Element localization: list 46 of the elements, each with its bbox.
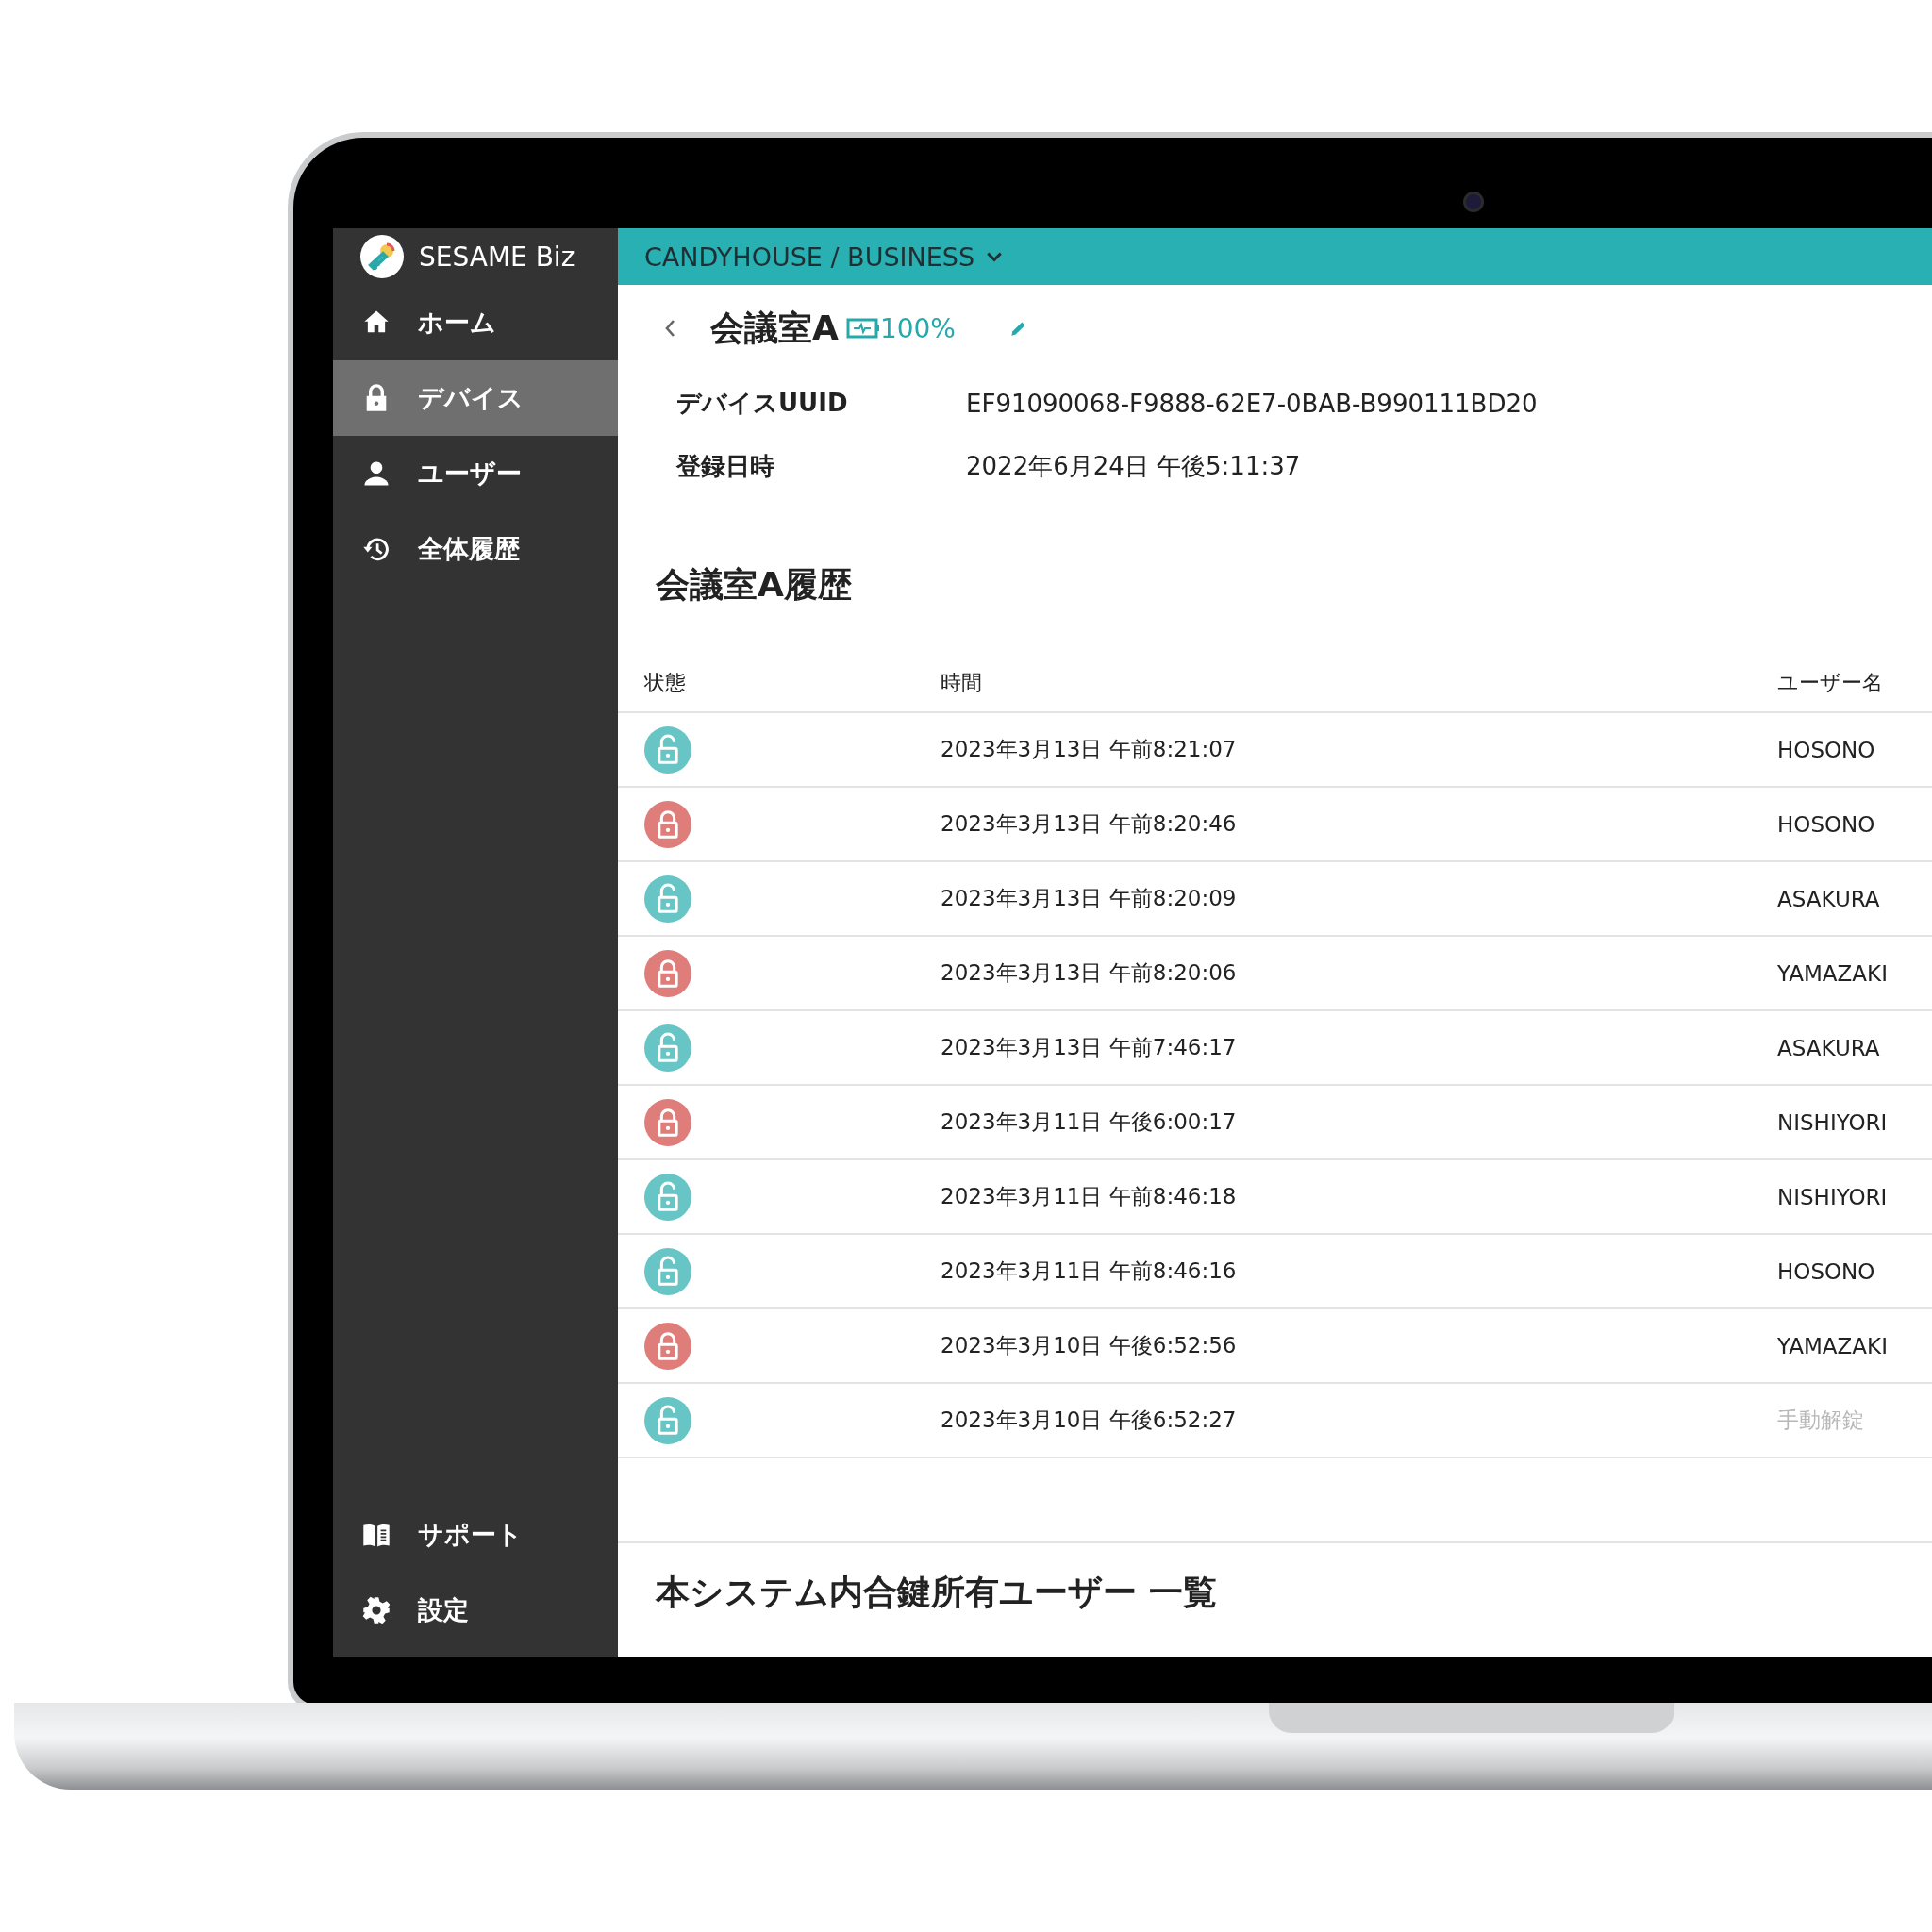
user-cell-text: HOSONO (1776, 1258, 1876, 1284)
settings-icon (361, 1595, 391, 1625)
user-cell-text: YAMAZAKI (1776, 960, 1889, 986)
battery-icon (845, 317, 880, 340)
app-name: SESAME Biz (419, 241, 575, 273)
time-cell-text: 2023年3月13日 午前8:21:07 (940, 736, 1238, 763)
user-cell-text: ASAKURA (1776, 1035, 1881, 1060)
back-chevron-icon[interactable] (663, 318, 676, 339)
sidebar-item[interactable]: デバイス (333, 360, 618, 436)
section-heading: 会議室A履歴 (655, 564, 853, 606)
time-cell-text: 2023年3月11日 午前8:46:18 (940, 1183, 1238, 1210)
user-cell-text: HOSONO (1776, 811, 1876, 837)
field-label: デバイスUUID (676, 388, 849, 419)
user-cell-text: YAMAZAKI (1776, 1333, 1889, 1358)
field-value: EF91090068-F9888-62E7-0BAB-B990111BD20 (966, 388, 1539, 420)
sidebar-item[interactable]: ユーザー (333, 436, 618, 511)
time-cell-text: 2023年3月13日 午前8:20:46 (940, 810, 1238, 838)
column-header: 状態 (643, 670, 687, 696)
time-cell-text: 2023年3月13日 午前8:20:09 (940, 885, 1238, 912)
user-cell-text: 手動解錠 (1776, 1407, 1865, 1434)
field-value: 2022年6月24日 午後5:11:37 (966, 451, 1302, 482)
sidebar-item[interactable]: サポート (333, 1497, 618, 1573)
time-cell-text: 2023年3月10日 午後6:52:27 (940, 1407, 1238, 1434)
field-label: 登録日時 (676, 451, 775, 482)
webcam-dot (1463, 192, 1484, 212)
section-heading: 本システム内合鍵所有ユーザー 一覧 (654, 1572, 1218, 1613)
person-icon (361, 458, 391, 489)
user-cell-text: NISHIYORI (1776, 1184, 1889, 1209)
sidebar-item[interactable]: ホーム (333, 285, 618, 360)
key-logo-icon (360, 235, 404, 278)
time-cell-text: 2023年3月11日 午前8:46:16 (940, 1257, 1238, 1285)
time-cell-text: 2023年3月13日 午前7:46:17 (940, 1034, 1238, 1061)
sidebar-item[interactable]: 全体履歴 (333, 511, 618, 587)
time-cell-text: 2023年3月11日 午後6:00:17 (940, 1108, 1238, 1136)
time-cell-text: 2023年3月10日 午後6:52:56 (940, 1332, 1238, 1359)
user-cell-text: ASAKURA (1776, 886, 1881, 911)
caret-icon (986, 251, 1004, 262)
sidebar-item[interactable]: 設定 (333, 1573, 618, 1648)
organization-dropdown[interactable]: CANDYHOUSE / BUSINESS (644, 242, 1004, 272)
user-cell-text: NISHIYORI (1776, 1109, 1889, 1135)
device-name: 会議室A (710, 307, 839, 349)
battery-percentage: 100% (879, 312, 956, 344)
column-header: 時間 (940, 670, 983, 696)
time-cell-text: 2023年3月13日 午前8:20:06 (940, 959, 1238, 987)
column-header: ユーザー名 (1776, 670, 1884, 696)
user-cell-text: HOSONO (1776, 737, 1876, 762)
